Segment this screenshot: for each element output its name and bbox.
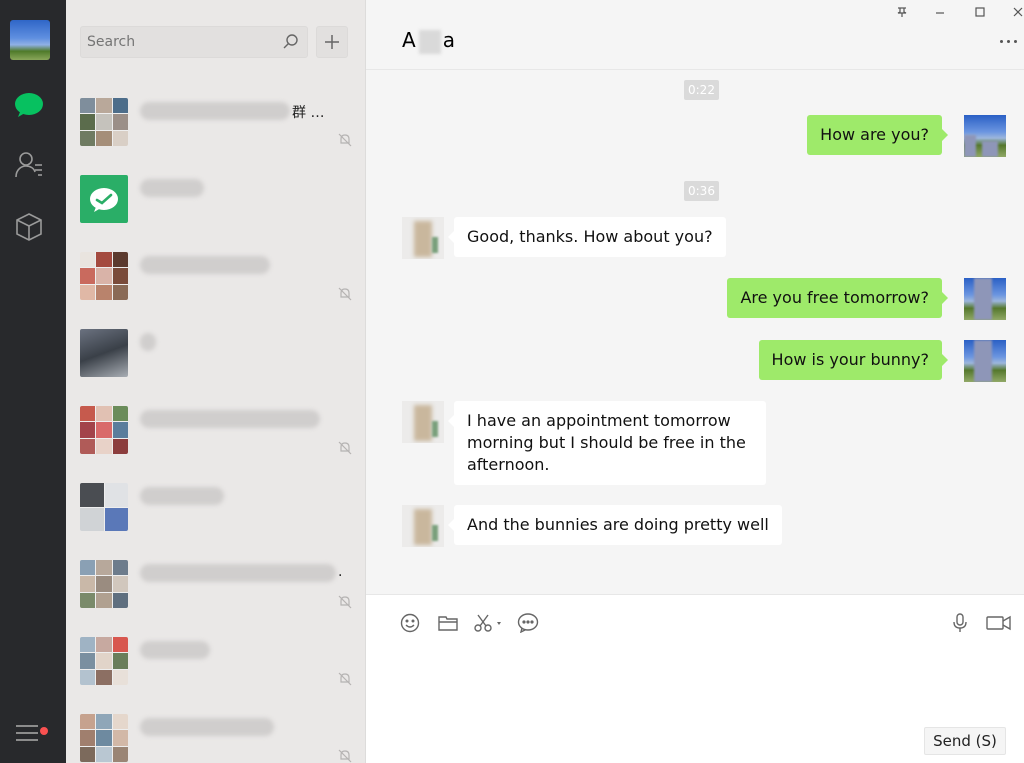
service-avatar bbox=[80, 175, 128, 223]
conversation-item[interactable] bbox=[66, 175, 366, 252]
my-message-avatar[interactable] bbox=[964, 340, 1006, 382]
redacted-name bbox=[140, 102, 290, 120]
redacted-text bbox=[418, 29, 441, 54]
chat-history-icon[interactable] bbox=[516, 611, 540, 635]
contact-message-avatar[interactable] bbox=[402, 217, 444, 259]
search-bar bbox=[80, 26, 372, 58]
redacted-name bbox=[140, 718, 274, 736]
redacted-name bbox=[140, 487, 224, 505]
message-bubble-received[interactable]: And the bunnies are doing pretty well bbox=[448, 505, 782, 545]
redacted-name bbox=[140, 410, 320, 428]
conversation-item[interactable] bbox=[66, 714, 366, 763]
redacted-name bbox=[140, 333, 156, 351]
more-options-icon[interactable] bbox=[1000, 36, 1024, 46]
conversation-name: . bbox=[338, 564, 343, 580]
my-avatar[interactable] bbox=[10, 20, 50, 60]
close-icon[interactable] bbox=[1006, 4, 1024, 20]
plus-icon bbox=[325, 35, 339, 49]
maximize-icon[interactable] bbox=[968, 4, 992, 20]
redacted-name bbox=[140, 564, 336, 582]
redacted-name bbox=[140, 256, 270, 274]
conversation-item[interactable]: . bbox=[66, 560, 366, 637]
conversation-item[interactable] bbox=[66, 252, 366, 329]
mute-icon bbox=[338, 748, 352, 763]
search-icon[interactable] bbox=[283, 34, 299, 50]
group-avatar bbox=[80, 560, 128, 608]
chat-header: Aa bbox=[366, 0, 1024, 70]
group-avatar bbox=[80, 98, 128, 146]
send-button[interactable]: Send (S) bbox=[924, 727, 1006, 755]
message-bubble-received[interactable]: Good, thanks. How about you? bbox=[448, 217, 726, 257]
group-avatar bbox=[80, 714, 128, 762]
message-timestamp: 0:22 bbox=[684, 80, 719, 100]
message-bubble-sent[interactable]: Are you free tomorrow? bbox=[727, 278, 948, 318]
contacts-icon[interactable] bbox=[12, 148, 46, 182]
video-call-icon[interactable] bbox=[984, 611, 1014, 635]
scissors-icon[interactable] bbox=[472, 611, 504, 635]
group-avatar bbox=[80, 252, 128, 300]
chat-title: Aa bbox=[402, 28, 456, 54]
redacted-name bbox=[140, 179, 204, 197]
contact-message-avatar[interactable] bbox=[402, 401, 444, 443]
emoji-icon[interactable] bbox=[398, 611, 422, 635]
add-button[interactable] bbox=[316, 26, 348, 58]
conversation-name: 群 … bbox=[292, 105, 325, 121]
redacted-name bbox=[140, 641, 210, 659]
mute-icon bbox=[338, 286, 352, 301]
conversation-list: 群 … bbox=[66, 0, 366, 763]
conversation-item[interactable] bbox=[66, 329, 366, 406]
message-bubble-received[interactable]: I have an appointment tomorrow morning b… bbox=[448, 401, 766, 485]
conversation-item[interactable]: 群 … bbox=[66, 98, 366, 175]
minimize-icon[interactable] bbox=[928, 4, 952, 20]
wechat-window: 群 … bbox=[0, 0, 1024, 763]
group-avatar bbox=[80, 406, 128, 454]
message-composer[interactable]: Send (S) bbox=[366, 594, 1024, 763]
navigation-rail bbox=[0, 0, 66, 763]
group-avatar bbox=[80, 637, 128, 685]
notification-dot bbox=[40, 727, 48, 735]
conversation-item[interactable] bbox=[66, 483, 366, 560]
folder-icon[interactable] bbox=[436, 611, 460, 635]
pin-icon[interactable] bbox=[890, 4, 914, 20]
chats-icon[interactable] bbox=[12, 88, 46, 122]
favorites-icon[interactable] bbox=[12, 210, 46, 244]
mute-icon bbox=[338, 440, 352, 455]
contact-message-avatar[interactable] bbox=[402, 505, 444, 547]
my-message-avatar[interactable] bbox=[964, 115, 1006, 157]
microphone-icon[interactable] bbox=[948, 611, 972, 635]
chat-panel: Aa 0:22 How are you? 0:36 Good, thanks. … bbox=[366, 0, 1024, 763]
mute-icon bbox=[338, 671, 352, 686]
group-avatar bbox=[80, 483, 128, 531]
menu-icon[interactable] bbox=[16, 724, 42, 750]
mute-icon bbox=[338, 132, 352, 147]
my-message-avatar[interactable] bbox=[964, 278, 1006, 320]
search-input[interactable] bbox=[81, 27, 271, 57]
conversation-item[interactable] bbox=[66, 406, 366, 483]
mute-icon bbox=[338, 594, 352, 609]
contact-avatar bbox=[80, 329, 128, 377]
message-bubble-sent[interactable]: How is your bunny? bbox=[758, 340, 949, 380]
message-bubble-sent[interactable]: How are you? bbox=[807, 115, 948, 155]
conversation-item[interactable] bbox=[66, 637, 366, 714]
search-box bbox=[80, 26, 308, 58]
message-timestamp: 0:36 bbox=[684, 181, 719, 201]
